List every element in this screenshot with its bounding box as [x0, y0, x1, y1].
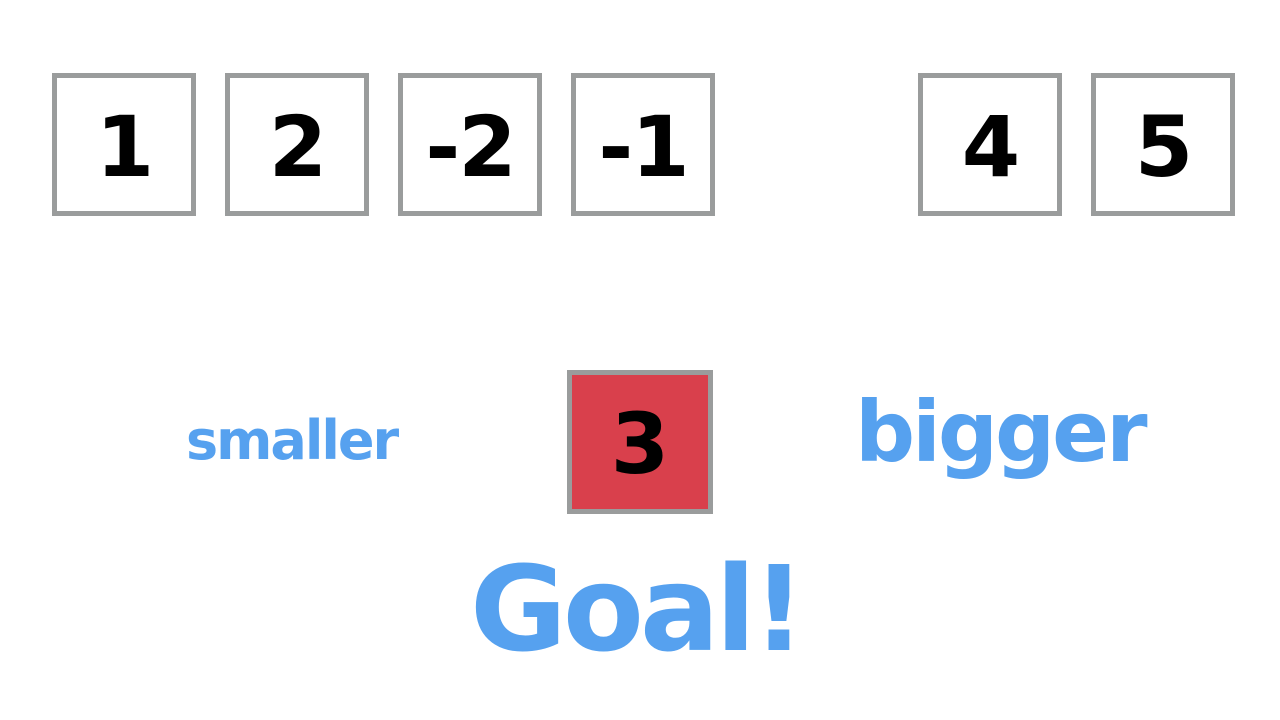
array-cell-value: 2	[268, 97, 327, 196]
array-cell-value: -2	[425, 97, 516, 196]
array-cell-value: 5	[1134, 97, 1193, 196]
array-cell: 4	[918, 73, 1062, 216]
diagram-canvas: 1 2 -2 -1 4 5 smaller 3 bigger Goal!	[0, 0, 1280, 720]
array-cell: 5	[1091, 73, 1235, 216]
goal-label: Goal!	[470, 540, 806, 678]
array-cell: 1	[52, 73, 196, 216]
array-cell: -2	[398, 73, 542, 216]
array-cell-value: 4	[961, 97, 1020, 196]
bigger-label: bigger	[855, 383, 1148, 481]
array-cell: -1	[571, 73, 715, 216]
array-cell-value: 1	[95, 97, 154, 196]
smaller-label: smaller	[186, 409, 399, 472]
array-cell: 2	[225, 73, 369, 216]
pivot-cell: 3	[567, 370, 713, 514]
array-cell-value: -1	[598, 97, 689, 196]
pivot-value: 3	[610, 395, 670, 493]
